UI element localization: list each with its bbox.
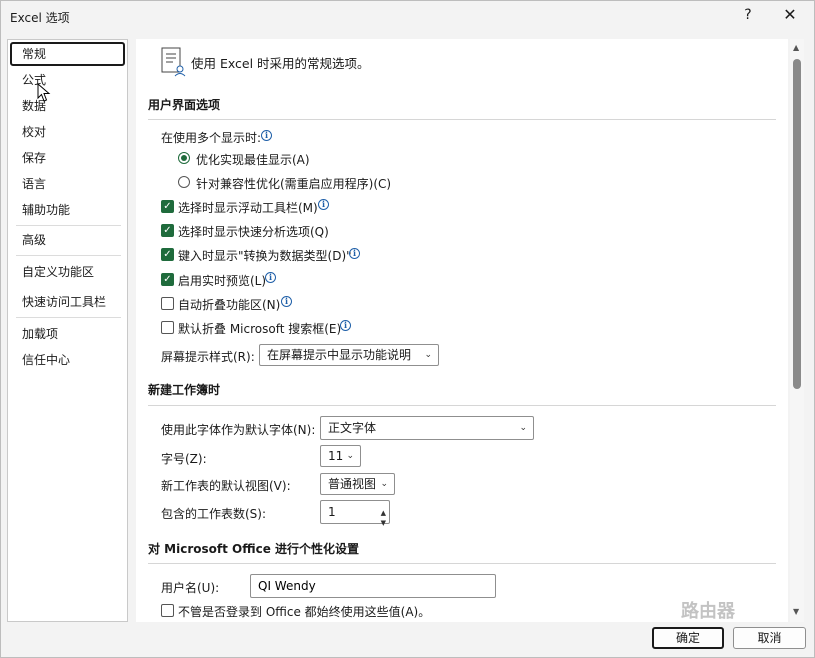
checkbox-always-use[interactable] [161,604,174,617]
nav-item-customize-ribbon[interactable]: 自定义功能区 [10,260,125,284]
nav-divider [16,225,121,226]
nav-item-data[interactable]: 数据 [10,94,125,118]
info-icon[interactable]: i [281,296,292,307]
default-font-select[interactable]: 正文字体 ⌄ [320,416,534,440]
nav-item-proofing[interactable]: 校对 [10,120,125,144]
checkbox-live-preview[interactable]: ✓ [161,273,174,286]
nav-item-quick-access[interactable]: 快速访问工具栏 [10,290,125,314]
default-view-value: 普通视图 [328,477,377,491]
scrollbar-thumb[interactable] [793,59,801,389]
nav-item-trust-center[interactable]: 信任中心 [10,348,125,372]
font-size-value: 11 [328,449,344,463]
checkbox-mini-toolbar-label[interactable]: 选择时显示浮动工具栏(M) [178,199,318,216]
checkbox-mini-toolbar[interactable]: ✓ [161,200,174,213]
info-icon[interactable]: i [261,130,272,141]
screentip-style-label: 屏幕提示样式(R): [161,350,255,364]
default-view-select[interactable]: 普通视图 ⌄ [320,473,395,495]
checkbox-quick-analysis-label[interactable]: 选择时显示快速分析选项(Q) [178,223,329,240]
checkbox-live-preview-label[interactable]: 启用实时预览(L) [178,272,266,289]
nav-item-addins[interactable]: 加载项 [10,322,125,346]
general-options-icon [161,47,186,77]
sheet-count-spinner[interactable]: 1 ▲ ▼ [320,500,390,527]
info-icon[interactable]: i [340,320,351,331]
section-divider [148,563,776,564]
checkbox-convert-data-type[interactable]: ✓ [161,248,174,261]
default-font-value: 正文字体 [328,421,377,435]
info-icon[interactable]: i [265,272,276,283]
nav-item-save[interactable]: 保存 [10,146,125,170]
chevron-down-icon: ⌄ [519,423,527,433]
nav-item-formulas[interactable]: 公式 [10,68,125,92]
chevron-down-icon: ⌄ [380,479,388,489]
header-description: 使用 Excel 时采用的常规选项。 [191,56,370,71]
cancel-button[interactable]: 取消 [733,627,806,649]
watermark-logo: 路由器 [681,601,735,622]
checkbox-collapse-search[interactable] [161,321,174,334]
section-title-ui-options: 用户界面选项 [148,98,221,112]
font-size-label: 字号(Z): [161,452,207,466]
radio-compat-optimize-label[interactable]: 针对兼容性优化(需重启应用程序)(C) [196,175,391,192]
nav-item-accessibility[interactable]: 辅助功能 [10,198,125,222]
section-divider [148,119,776,120]
window-title: Excel 选项 [10,11,70,25]
checkbox-collapse-ribbon-label[interactable]: 自动折叠功能区(N) [178,296,280,313]
nav-divider [16,317,121,318]
checkbox-convert-data-type-label[interactable]: 键入时显示"转换为数据类型(D)" [178,247,352,264]
nav-item-language[interactable]: 语言 [10,172,125,196]
info-icon[interactable]: i [349,248,360,259]
sheet-count-value: 1 [328,505,336,519]
default-font-label: 使用此字体作为默认字体(N): [161,423,316,437]
checkbox-always-use-label[interactable]: 不管是否登录到 Office 都始终使用这些值(A)。 [178,603,430,620]
section-title-new-workbook: 新建工作簿时 [148,383,221,397]
username-input[interactable] [250,574,496,598]
username-label: 用户名(U): [161,581,220,595]
multi-display-label: 在使用多个显示时: [161,131,262,145]
chevron-down-icon: ⌄ [346,451,354,461]
content-scrollbar[interactable]: ▲ ▼ [790,39,804,622]
scroll-up-icon[interactable]: ▲ [793,43,799,52]
category-nav: 常规 公式 数据 校对 保存 语言 辅助功能 高级 自定义功能区 快速访问工具栏… [7,39,128,622]
radio-optimize-display-label[interactable]: 优化实现最佳显示(A) [196,151,310,168]
radio-optimize-display[interactable] [178,152,190,164]
close-button[interactable]: ✕ [781,5,799,24]
nav-item-general[interactable]: 常规 [10,42,125,66]
checkbox-collapse-ribbon[interactable] [161,297,174,310]
checkbox-quick-analysis[interactable]: ✓ [161,224,174,237]
screentip-style-select[interactable]: 在屏幕提示中显示功能说明 ⌄ [259,344,439,366]
mouse-cursor-icon [37,83,51,102]
spin-down-icon[interactable]: ▼ [381,512,386,534]
help-button[interactable]: ? [739,7,757,23]
chevron-down-icon: ⌄ [424,350,432,360]
checkbox-collapse-search-label[interactable]: 默认折叠 Microsoft 搜索框(E) [178,320,341,337]
radio-compat-optimize[interactable] [178,176,190,188]
nav-divider [16,255,121,256]
info-icon[interactable]: i [318,199,329,210]
nav-item-advanced[interactable]: 高级 [10,228,125,252]
screentip-style-value: 在屏幕提示中显示功能说明 [267,348,412,362]
default-view-label: 新工作表的默认视图(V): [161,479,291,493]
scroll-down-icon[interactable]: ▼ [793,607,799,616]
title-bar: Excel 选项 ? ✕ [1,1,814,33]
sheet-count-label: 包含的工作表数(S): [161,507,267,521]
font-size-select[interactable]: 11 ⌄ [320,445,361,467]
ok-button[interactable]: 确定 [652,627,724,649]
section-divider [148,405,776,406]
excel-options-dialog: Excel 选项 ? ✕ 常规 公式 数据 校对 保存 语言 辅助功能 高级 自… [0,0,815,658]
section-title-personalize: 对 Microsoft Office 进行个性化设置 [148,542,360,556]
